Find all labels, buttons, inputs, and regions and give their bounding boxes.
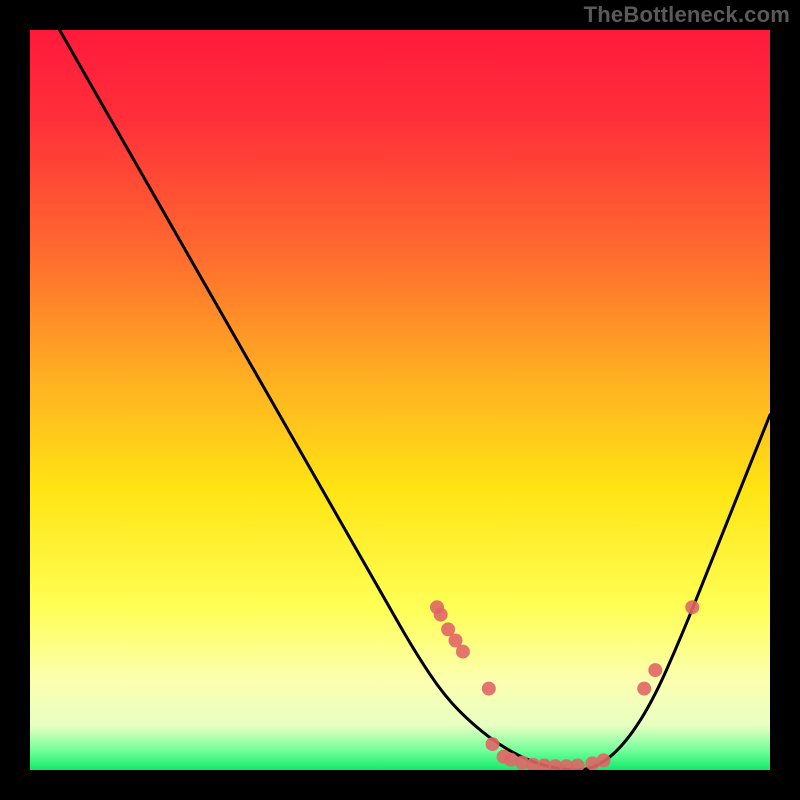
watermark-text: TheBottleneck.com xyxy=(584,2,790,28)
gradient-background xyxy=(30,30,770,770)
chart-frame: TheBottleneck.com xyxy=(0,0,800,800)
plot-area xyxy=(30,30,770,770)
